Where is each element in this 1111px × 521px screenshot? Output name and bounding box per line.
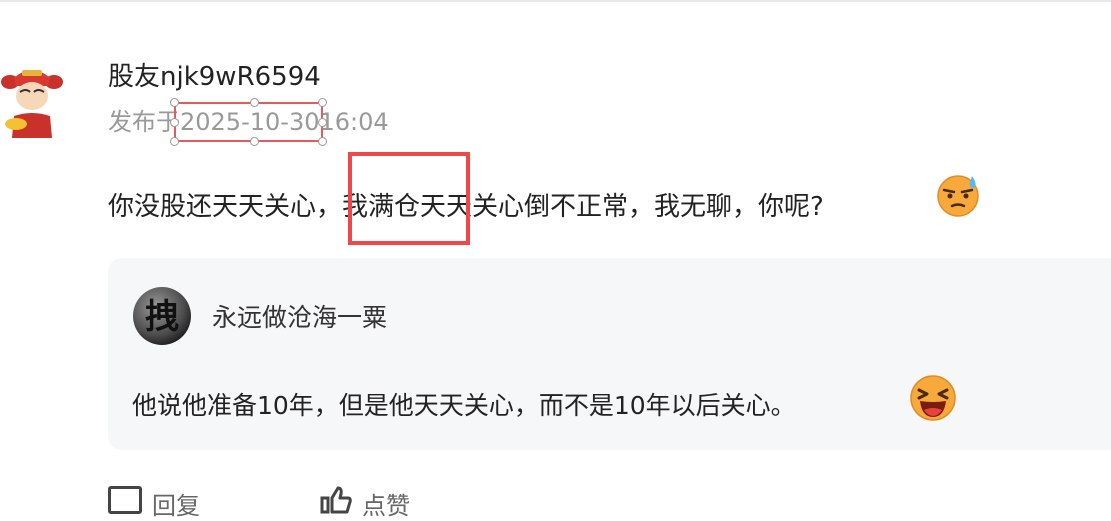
post-username[interactable]: 股友njk9wR6594 [108, 56, 321, 93]
selection-handle[interactable] [170, 137, 179, 146]
selection-handle[interactable] [318, 137, 328, 146]
sweat-emoji-icon [937, 175, 979, 217]
selection-handle[interactable] [170, 118, 179, 127]
selection-handle[interactable] [249, 98, 259, 107]
top-divider [0, 0, 1111, 2]
thumbs-up-icon [320, 486, 352, 514]
published-date-selection: 2025-10-30 [170, 98, 328, 146]
selection-handle[interactable] [249, 137, 259, 146]
selection-handle[interactable] [170, 98, 179, 107]
quote-avatar-char: 拽 [145, 297, 179, 337]
reply-icon [108, 486, 142, 514]
action-bar: 回复 点赞 [108, 486, 608, 520]
quote-username[interactable]: 永远做沧海一粟 [212, 298, 387, 334]
date-selection-outline [174, 102, 324, 142]
published-time: 16:04 [319, 108, 389, 136]
quoted-reply-card: 拽 永远做沧海一粟 他说他准备10年，但是他天天关心，而不是10年以后关心。 [108, 258, 1111, 450]
reply-label: 回复 [152, 492, 200, 520]
text-highlight-box [348, 152, 470, 245]
quote-user-avatar[interactable]: 拽 [132, 286, 192, 346]
quote-text: 他说他准备10年，但是他天天关心，而不是10年以后关心。 [132, 391, 796, 420]
like-button[interactable]: 点赞 [318, 486, 410, 521]
reply-button[interactable]: 回复 [108, 486, 200, 521]
like-label: 点赞 [362, 492, 410, 520]
user-avatar[interactable] [0, 64, 64, 138]
laughing-emoji-icon [910, 375, 956, 421]
post-meta: 发布于 2025-10-30 16:04 [108, 98, 389, 146]
selection-handle[interactable] [318, 98, 328, 107]
